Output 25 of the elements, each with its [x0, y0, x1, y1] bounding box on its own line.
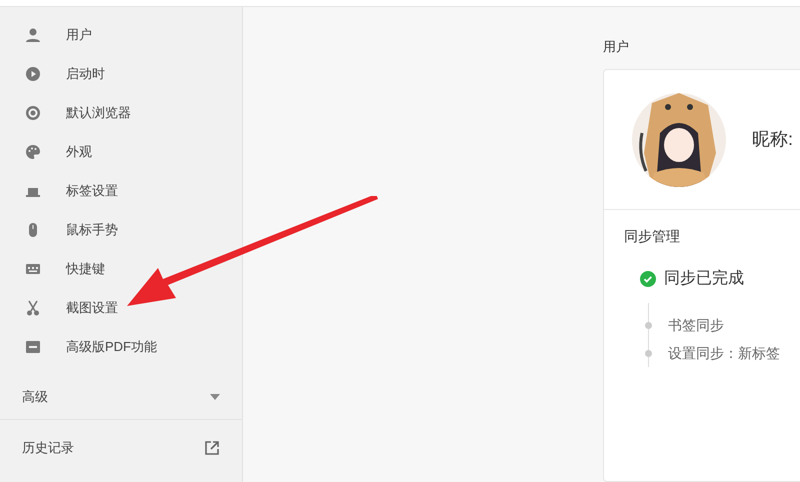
sync-status: 同步已完成: [664, 268, 744, 289]
advanced-section-label[interactable]: 高级: [22, 386, 48, 406]
target-icon[interactable]: [25, 104, 41, 120]
external-link-icon[interactable]: [204, 440, 220, 456]
sync-heading: 同步管理: [624, 227, 681, 246]
sidebar-item[interactable]: 用户: [66, 24, 92, 44]
sidebar-item[interactable]: 鼠标手势: [66, 220, 118, 240]
person-icon[interactable]: [25, 26, 41, 42]
caret-icon[interactable]: [210, 394, 220, 400]
sidebar-item[interactable]: 外观: [66, 142, 92, 162]
sidebar-item[interactable]: 默认浏览器: [66, 102, 131, 122]
sidebar-item[interactable]: 标签设置: [66, 180, 118, 200]
sync-step: 书签同步: [668, 314, 724, 336]
sidebar-item[interactable]: 高级版PDF功能: [66, 336, 157, 356]
play-icon[interactable]: [25, 66, 41, 82]
sidebar-item[interactable]: 截图设置: [66, 298, 118, 318]
palette-icon[interactable]: [25, 144, 41, 160]
scissors-icon[interactable]: [25, 300, 41, 316]
section-title: 用户: [603, 38, 630, 56]
pdf-icon[interactable]: [25, 338, 41, 354]
sync-step: 设置同步：新标签: [668, 342, 780, 364]
nickname-label: 昵称:: [752, 128, 794, 151]
sidebar-item[interactable]: 快捷键: [66, 258, 105, 278]
sidebar-link[interactable]: 历史记录: [22, 438, 74, 458]
sidebar-item[interactable]: 启动时: [66, 64, 105, 84]
